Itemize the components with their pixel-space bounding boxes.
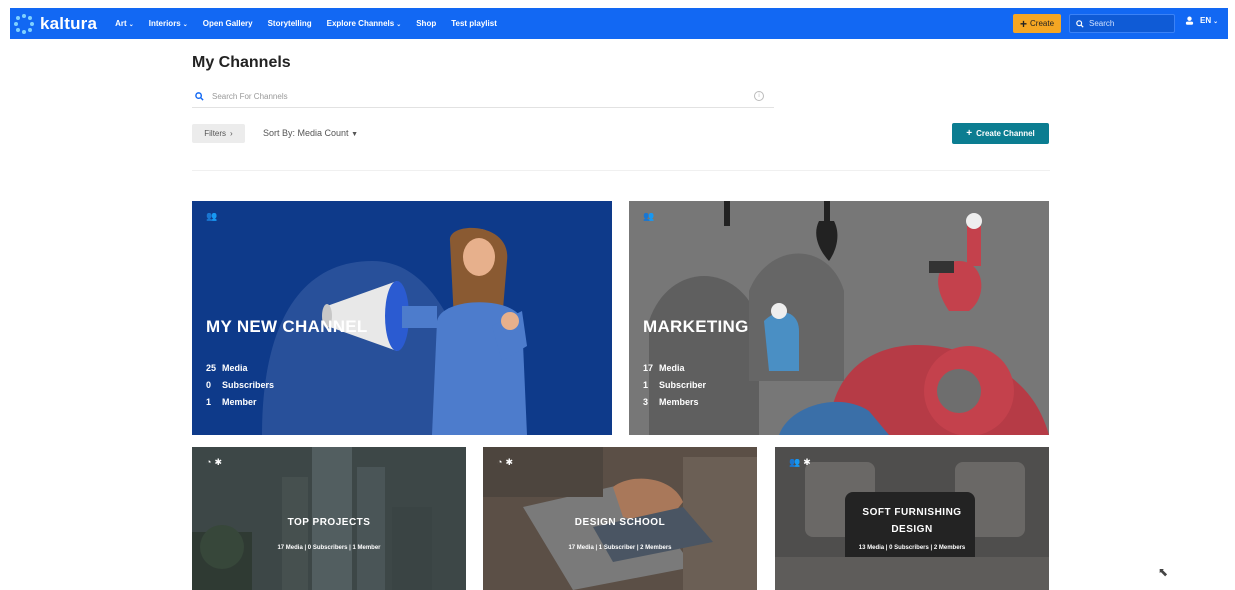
- subscriber-count: 0: [206, 380, 212, 390]
- channel-card-design-school[interactable]: ◔ ✱ DESIGN SCHOOL 17 Media | 1 Subscriber…: [483, 447, 757, 590]
- create-channel-button[interactable]: + Create Channel: [952, 123, 1049, 144]
- info-icon[interactable]: i: [754, 91, 764, 101]
- search-icon: [195, 92, 204, 101]
- filters-label: Filters: [204, 129, 227, 138]
- create-button[interactable]: + Create: [1013, 14, 1061, 33]
- user-menu[interactable]: EN ⌄: [1185, 16, 1218, 25]
- channel-type-icons: ◔ ✱: [206, 457, 222, 468]
- subscriber-count: 1: [643, 380, 649, 390]
- subscriber-label: Subscribers: [222, 380, 275, 390]
- kaltura-logo-icon: [14, 13, 34, 34]
- user-icon: [1185, 16, 1194, 25]
- channel-title: SOFT FURNISHING DESIGN: [775, 504, 1049, 538]
- create-label: Create: [1030, 19, 1055, 28]
- star-icon: ✱: [803, 457, 811, 467]
- search-placeholder: Search: [1089, 19, 1115, 28]
- media-label: Media: [659, 363, 685, 373]
- channel-search-placeholder: Search For Channels: [212, 92, 288, 101]
- media-label: Media: [222, 363, 248, 373]
- nav-label: Shop: [416, 19, 437, 28]
- plus-icon: +: [966, 128, 973, 139]
- channel-stats: 17 Media 1 Subscriber 3 Members: [643, 360, 706, 411]
- channel-type-icons: 👥: [206, 211, 217, 222]
- group-icon: 👥: [789, 457, 801, 467]
- media-count: 17: [643, 363, 654, 373]
- nav-item-explore-channels[interactable]: Explore Channels ⌄: [327, 19, 402, 28]
- channel-meta: 17 Media | 0 Subscribers | 1 Member: [277, 545, 381, 551]
- channel-title-line: DESIGN: [891, 524, 933, 535]
- globe-icon: ◔: [206, 457, 212, 467]
- caret-down-icon: ▼: [351, 131, 358, 138]
- group-icon: 👥: [643, 211, 655, 221]
- global-search-input[interactable]: Search: [1069, 14, 1175, 33]
- search-icon: [1076, 19, 1084, 28]
- media-count: 25: [206, 363, 217, 373]
- globe-icon: ◔: [497, 457, 503, 467]
- plus-icon: +: [1019, 16, 1027, 31]
- sort-label: Sort By: Media Count: [263, 128, 349, 138]
- brand-name: kaltura: [40, 13, 98, 33]
- channel-title: MARKETING: [643, 317, 749, 336]
- create-channel-label: Create Channel: [976, 129, 1035, 138]
- star-icon: ✱: [505, 457, 513, 467]
- member-label: Members: [659, 397, 699, 407]
- nav-label: Art: [115, 19, 127, 28]
- nav-item-shop[interactable]: Shop: [416, 19, 436, 28]
- divider: [192, 170, 1050, 171]
- channel-card-soft-furnishing-design[interactable]: 👥 ✱ SOFT FURNISHING DESIGN 13 Media | 0 Su…: [775, 447, 1049, 590]
- page-title: My Channels: [192, 54, 291, 71]
- chevron-right-icon: ›: [230, 129, 233, 138]
- channel-title-line: SOFT FURNISHING: [862, 507, 962, 518]
- nav-item-art[interactable]: Art ⌄: [115, 19, 134, 28]
- nav-label: Open Gallery: [202, 19, 253, 28]
- nav-label: Interiors: [148, 19, 181, 28]
- language-label: EN: [1200, 16, 1212, 25]
- channel-type-icons: 👥 ✱: [789, 457, 811, 468]
- chevron-down-icon: ⌄: [182, 22, 188, 28]
- mouse-cursor-icon: ⬉: [1158, 565, 1169, 579]
- chevron-down-icon: ⌄: [128, 22, 134, 28]
- nav-item-storytelling[interactable]: Storytelling: [268, 19, 312, 28]
- channel-card-top-projects[interactable]: ◔ ✱ TOP PROJECTS 17 Media | 0 Subscribers…: [192, 447, 466, 590]
- chevron-down-icon: ⌄: [1213, 19, 1219, 25]
- member-count: 3: [643, 397, 649, 407]
- nav-label: Explore Channels: [326, 19, 395, 28]
- kaltura-logo[interactable]: kaltura: [14, 13, 98, 34]
- channel-card-marketing[interactable]: 👥 MARKETING 17 Media 1 Subscriber 3 Members: [629, 201, 1049, 435]
- language-selector[interactable]: EN ⌄: [1200, 16, 1218, 25]
- nav-label: Storytelling: [267, 19, 312, 28]
- channel-title: DESIGN SCHOOL: [574, 517, 666, 528]
- main-nav: Art ⌄ Interiors ⌄ Open Gallery Storytellin…: [115, 19, 497, 28]
- sort-dropdown[interactable]: Sort By: Media Count ▼: [263, 128, 358, 138]
- filters-button[interactable]: Filters ›: [192, 124, 245, 143]
- group-icon: 👥: [206, 211, 218, 221]
- channel-title: MY NEW CHANNEL: [206, 317, 368, 336]
- channel-card-my-new-channel[interactable]: 👥 MY NEW CHANNEL 25 Media 0 Subscribers 1M…: [192, 201, 612, 435]
- channel-meta: 17 Media | 1 Subscriber | 2 Members: [568, 545, 672, 551]
- channel-title: TOP PROJECTS: [287, 517, 371, 528]
- top-navigation-bar: kaltura Art ⌄ Interiors ⌄ Open Gallery Sto…: [10, 8, 1228, 39]
- nav-label: Test playlist: [451, 19, 497, 28]
- member-count: 1: [206, 397, 212, 407]
- channel-type-icons: ◔ ✱: [497, 457, 513, 468]
- channel-meta: 13 Media | 0 Subscribers | 2 Members: [858, 545, 966, 551]
- channel-search-input[interactable]: Search For Channels i: [192, 86, 774, 108]
- subscriber-label: Subscriber: [659, 380, 707, 390]
- channel-stats: 25 Media 0 Subscribers 1 Member: [206, 360, 274, 411]
- nav-item-open-gallery[interactable]: Open Gallery: [203, 19, 253, 28]
- member-label: Member: [222, 397, 257, 407]
- channel-type-icons: 👥: [643, 211, 654, 222]
- nav-item-test-playlist[interactable]: Test playlist: [451, 19, 497, 28]
- chevron-down-icon: ⌄: [396, 22, 402, 28]
- nav-item-interiors[interactable]: Interiors ⌄: [149, 19, 188, 28]
- star-icon: ✱: [214, 457, 222, 467]
